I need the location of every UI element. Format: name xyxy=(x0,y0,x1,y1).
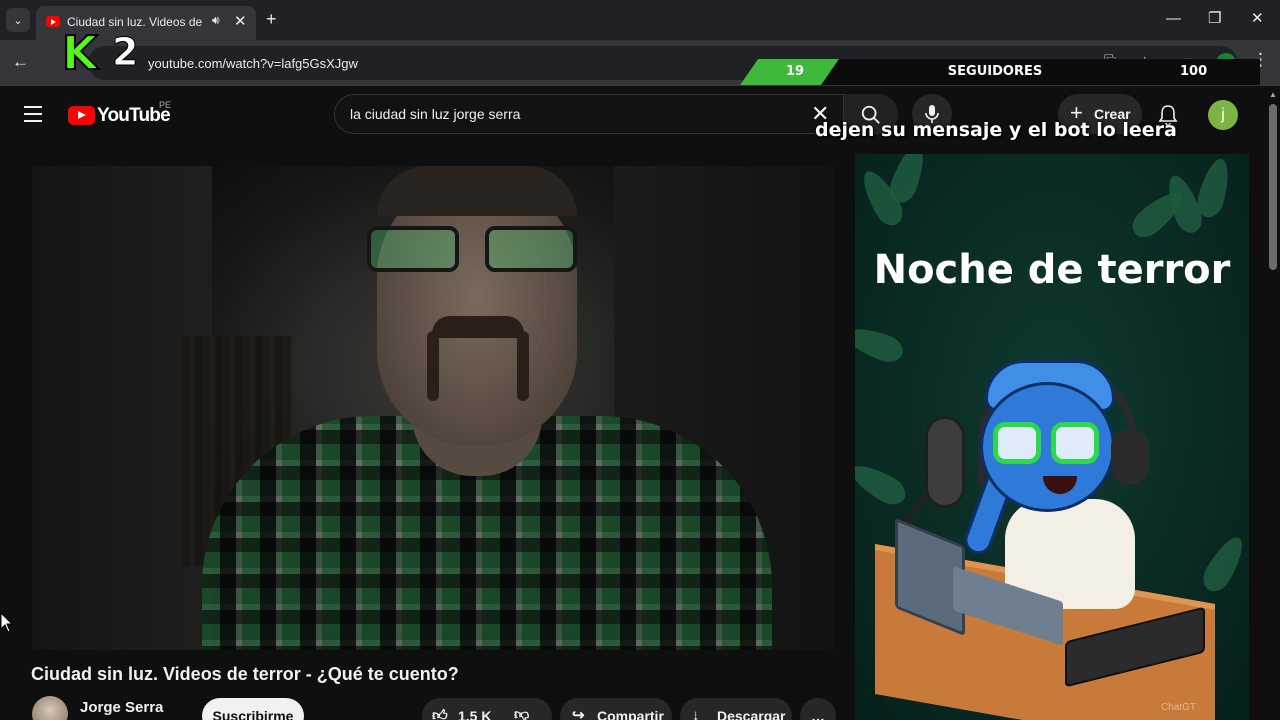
video-person-glasses xyxy=(367,226,587,274)
character-glasses-right xyxy=(1051,422,1099,464)
k-logo-icon: K xyxy=(61,26,99,80)
share-arrow-icon: ↪ xyxy=(572,707,585,720)
image-watermark: ChatGT xyxy=(1161,702,1197,713)
headphone-earcup xyxy=(1111,430,1149,484)
follower-goal-target: 100 xyxy=(1180,64,1208,79)
follower-goal-label: SEGUIDORES xyxy=(947,64,1043,79)
scroll-up-icon[interactable]: ▲ xyxy=(1269,90,1277,99)
thumbs-down-icon[interactable]: 👎︎ xyxy=(514,697,529,720)
share-button[interactable]: ↪ Compartir xyxy=(560,698,672,720)
noche-de-terror-panel: Noche de terror ChatGT xyxy=(855,154,1249,720)
menu-hamburger-icon[interactable] xyxy=(24,106,44,122)
youtube-play-icon xyxy=(68,106,95,125)
more-actions-icon[interactable]: … xyxy=(800,698,836,720)
new-tab-button[interactable]: + xyxy=(266,9,277,29)
leaf-decoration xyxy=(885,154,931,207)
video-player[interactable] xyxy=(32,166,834,650)
leaf-decoration xyxy=(1197,531,1249,597)
share-label: Compartir xyxy=(597,708,664,720)
tab-search-button[interactable]: ⌄ xyxy=(6,8,30,32)
back-arrow-icon[interactable]: ← xyxy=(12,52,29,72)
download-arrow-icon: ↓ xyxy=(692,707,700,720)
video-person-mustache xyxy=(432,316,524,338)
video-person-beard-right xyxy=(517,331,529,401)
microphone-illustration xyxy=(925,416,965,508)
k2-stream-logo: K 2 xyxy=(56,26,148,80)
logo-number: 2 xyxy=(111,30,139,74)
restore-icon[interactable]: ❐ xyxy=(1208,10,1221,28)
download-label: Descargar xyxy=(717,708,786,720)
video-title: Ciudad sin luz. Videos de terror - ¿Qué … xyxy=(31,664,459,684)
tab-close-icon[interactable]: ✕ xyxy=(234,12,247,30)
search-query: la ciudad sin luz jorge serra xyxy=(350,106,521,122)
window-close-icon[interactable]: ✕ xyxy=(1251,10,1264,28)
search-input[interactable]: la ciudad sin luz jorge serra ✕ xyxy=(334,94,844,134)
video-person-hair xyxy=(377,166,577,216)
leaf-decoration xyxy=(855,457,911,511)
browser-tabstrip: ⌄ Ciudad sin luz. Videos de terror - ¿Qu… xyxy=(0,0,1280,40)
character-glasses-left xyxy=(993,422,1041,464)
scrollbar-thumb[interactable] xyxy=(1269,104,1277,270)
subscribe-button[interactable]: Suscribirme xyxy=(202,698,304,720)
account-avatar[interactable]: j xyxy=(1208,100,1238,130)
channel-name[interactable]: Jorge Serra xyxy=(80,698,163,718)
video-person-face xyxy=(377,176,577,446)
video-person-beard-left xyxy=(427,331,439,401)
tts-overlay-message: dejen su mensaje y el bot lo leera xyxy=(815,119,1177,141)
panel-title: Noche de terror xyxy=(873,247,1231,293)
download-button[interactable]: ↓ Descargar xyxy=(680,698,792,720)
like-count[interactable]: 1.5 K xyxy=(458,698,491,720)
mouse-cursor-icon xyxy=(0,612,14,633)
url-text: youtube.com/watch?v=lafg5GsXJgw xyxy=(148,56,358,71)
leaf-decoration xyxy=(855,321,907,367)
channel-avatar[interactable] xyxy=(32,696,68,720)
follower-count: 19 xyxy=(785,64,805,79)
like-dislike-group: 👍︎ 1.5 K 👎︎ xyxy=(422,698,552,720)
country-code: PE xyxy=(159,100,172,110)
thumbs-up-icon[interactable]: 👍︎ xyxy=(432,698,448,720)
minimize-icon[interactable]: — xyxy=(1166,10,1181,28)
youtube-logo[interactable]: YouTube xyxy=(68,105,171,127)
page-scrollbar[interactable]: ▲ xyxy=(1266,86,1280,720)
youtube-favicon-icon xyxy=(46,16,60,27)
speaker-icon[interactable]: 🔊︎ xyxy=(212,13,220,28)
